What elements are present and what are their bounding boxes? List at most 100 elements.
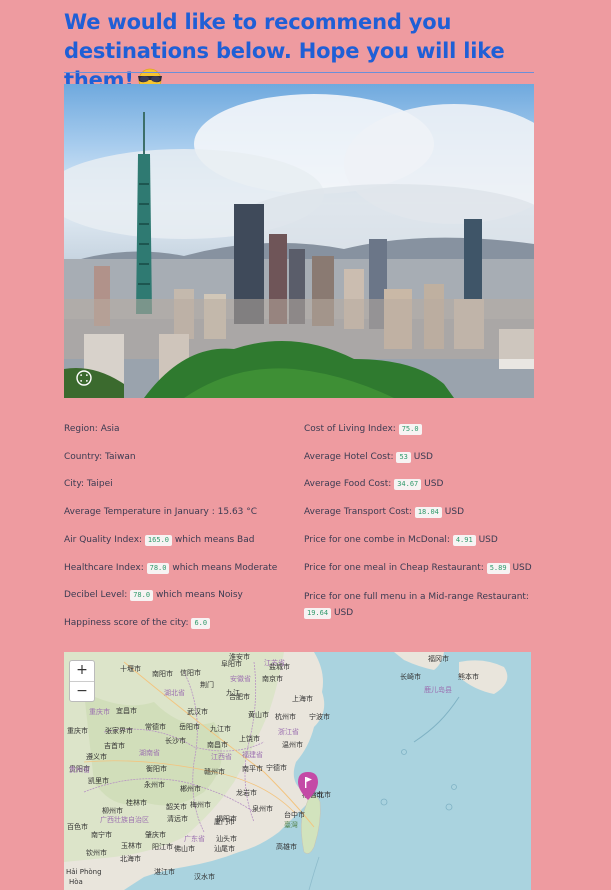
map-label: 安徽省 xyxy=(230,675,251,683)
map-label: 佛山市 xyxy=(174,845,195,853)
map-label: Hòa xyxy=(69,878,83,886)
map-label: 桂林市 xyxy=(126,799,147,807)
zoom-controls: + − xyxy=(69,660,95,702)
midrange-meal-suffix: USD xyxy=(333,608,354,618)
map-label: 十堰市 xyxy=(120,665,141,673)
destination-map[interactable]: + − 十堰市 南阳市 信阳市 阜阳市 江苏省 淮安市 盐城市 福冈市 长崎市 … xyxy=(64,652,531,890)
cost-of-living-value: 75.0 xyxy=(398,424,422,435)
city-text: City: Taipei xyxy=(64,479,113,489)
happiness-label: Happiness score of the city: xyxy=(64,618,189,628)
map-label: 钦州市 xyxy=(86,849,107,857)
map-label: 肇庆市 xyxy=(145,831,166,839)
map-label: 贵州省 xyxy=(69,766,90,774)
map-label: 揭阳市 xyxy=(216,815,237,823)
transport-cost-row: Average Transport Cost: 18.04 USD xyxy=(304,506,464,518)
map-label: 岳阳市 xyxy=(179,723,200,731)
map-label: 泉州市 xyxy=(252,805,273,813)
happiness-row: Happiness score of the city: 6.0 xyxy=(64,617,211,629)
map-label: 湖北省 xyxy=(164,689,185,697)
temperature-text: Average Temperature in January : 15.63 °… xyxy=(64,507,258,517)
zoom-out-button[interactable]: − xyxy=(70,681,94,701)
transport-cost-value: 18.04 xyxy=(414,507,442,518)
map-label: 高雄市 xyxy=(276,843,297,851)
cheap-meal-label: Price for one meal in Cheap Restaurant: xyxy=(304,563,484,573)
transport-cost-label: Average Transport Cost: xyxy=(304,507,412,517)
map-label: 福冈市 xyxy=(428,655,449,663)
map-label: 汕尾市 xyxy=(214,845,235,853)
cheap-meal-value: 5.89 xyxy=(486,563,510,574)
midrange-meal-label: Price for one full menu in a Mid-range R… xyxy=(304,592,529,602)
map-label: 汕头市 xyxy=(216,835,237,843)
cheap-meal-suffix: USD xyxy=(512,563,532,573)
map-label: 长沙市 xyxy=(165,737,186,745)
map-label: 阳江市 xyxy=(152,843,173,851)
map-label: 长崎市 xyxy=(400,673,421,681)
decibel-value: 78.0 xyxy=(130,590,154,601)
map-label: 杭州市 xyxy=(275,713,296,721)
map-label: 汉水市 xyxy=(194,873,215,881)
map-label: 鹿儿岛县 xyxy=(424,686,452,694)
mcdonalds-value: 4.91 xyxy=(452,535,476,546)
map-label: 柳州市 xyxy=(102,807,123,815)
map-label: 湛江市 xyxy=(154,868,175,876)
map-label: 盐城市 xyxy=(269,663,290,671)
map-label: 宁德市 xyxy=(266,764,287,772)
map-label: 湖南省 xyxy=(139,749,160,757)
decibel-label: Decibel Level: xyxy=(64,590,128,600)
map-label: 北海市 xyxy=(120,855,141,863)
map-label: 永州市 xyxy=(144,781,165,789)
map-label: 信阳市 xyxy=(180,669,201,677)
taipei-skyline-image xyxy=(64,94,534,398)
food-cost-row: Average Food Cost: 34.67 USD xyxy=(304,478,443,490)
zoom-in-button[interactable]: + xyxy=(70,661,94,681)
map-label: 衡阳市 xyxy=(146,765,167,773)
cheap-meal-row: Price for one meal in Cheap Restaurant: … xyxy=(304,562,532,574)
map-label: 南宁市 xyxy=(91,831,112,839)
region-text: Region: Asia xyxy=(64,424,120,434)
hotel-cost-value: 53 xyxy=(396,452,411,463)
map-label: 荆门 xyxy=(200,681,214,689)
map-pin-icon[interactable] xyxy=(298,772,318,800)
map-label: 淮安市 xyxy=(229,653,250,661)
transport-cost-suffix: USD xyxy=(444,507,465,517)
map-label: 重庆市 xyxy=(67,727,88,735)
map-label: 臺灣 xyxy=(284,821,298,829)
map-label: 福建省 xyxy=(242,751,263,759)
map-label: 宁波市 xyxy=(309,713,330,721)
heading-divider xyxy=(64,72,534,73)
map-label: 武汉市 xyxy=(187,708,208,716)
hotel-cost-suffix: USD xyxy=(413,452,433,462)
map-label: 常德市 xyxy=(145,723,166,731)
air-quality-label: Air Quality Index: xyxy=(64,535,143,545)
map-label: 遵义市 xyxy=(86,753,107,761)
fullscreen-icon[interactable] xyxy=(76,370,92,386)
map-label: 清远市 xyxy=(167,815,188,823)
map-label: 九江 xyxy=(226,689,240,697)
map-label: 宜昌市 xyxy=(116,707,137,715)
food-cost-label: Average Food Cost: xyxy=(304,479,392,489)
food-cost-suffix: USD xyxy=(424,479,444,489)
map-label: Hải Phòng xyxy=(66,868,102,876)
page-title: We would like to recommend you destinati… xyxy=(64,10,505,92)
decibel-suffix: which means Noisy xyxy=(155,590,243,600)
map-label: 吉首市 xyxy=(104,742,125,750)
healthcare-label: Healthcare Index: xyxy=(64,563,144,573)
mcdonalds-label: Price for one combe in McDonal: xyxy=(304,535,450,545)
map-label: 上饶市 xyxy=(239,735,260,743)
map-label: 熊本市 xyxy=(458,673,479,681)
map-label: 温州市 xyxy=(282,741,303,749)
country-text: Country: Taiwan xyxy=(64,452,136,462)
map-label: 郴州市 xyxy=(180,785,201,793)
map-label: 黄山市 xyxy=(248,711,269,719)
midrange-meal-row: Price for one full menu in a Mid-range R… xyxy=(304,589,536,621)
map-label: 重庆市 xyxy=(89,708,110,716)
decibel-row: Decibel Level: 78.0 which means Noisy xyxy=(64,589,243,601)
healthcare-value: 78.0 xyxy=(146,563,170,574)
hotel-cost-row: Average Hotel Cost: 53 USD xyxy=(304,451,433,463)
food-cost-value: 34.67 xyxy=(394,479,422,490)
map-label: 浙江省 xyxy=(278,728,299,736)
map-label: 台中市 xyxy=(284,811,305,819)
mcdonalds-row: Price for one combe in McDonal: 4.91 USD xyxy=(304,534,498,546)
air-quality-row: Air Quality Index: 165.0 which means Bad xyxy=(64,534,254,546)
happiness-value: 6.0 xyxy=(191,618,211,629)
